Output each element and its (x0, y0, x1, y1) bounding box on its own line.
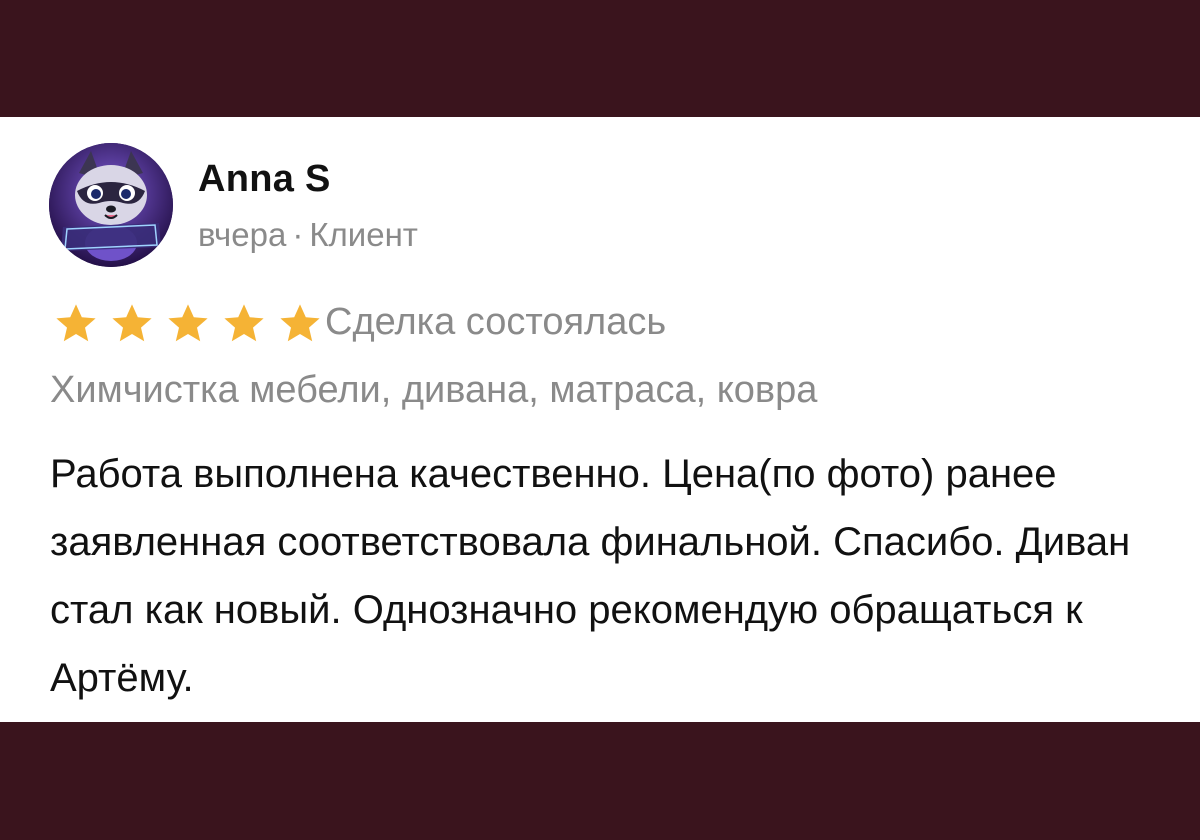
top-background-band (0, 0, 1200, 117)
service-name: Химчистка мебели, дивана, матраса, ковра (50, 369, 818, 411)
raccoon-avatar-icon (49, 143, 173, 267)
review-text: Работа выполнена качественно. Цена(по фо… (50, 452, 1131, 700)
avatar[interactable] (49, 143, 173, 267)
meta-separator: · (292, 216, 304, 253)
star-icon (224, 304, 264, 342)
review-meta: вчера · Клиент (198, 216, 418, 254)
star-icon (112, 304, 152, 342)
bottom-background-band (0, 722, 1200, 840)
deal-status: Сделка состоялась (325, 301, 667, 343)
review-time: вчера (198, 216, 287, 253)
author-name[interactable]: Anna S (198, 158, 331, 201)
star-icon (280, 304, 320, 342)
star-icon (56, 304, 96, 342)
rating-stars (50, 300, 326, 348)
author-role: Клиент (309, 216, 418, 253)
star-icon (168, 304, 208, 342)
